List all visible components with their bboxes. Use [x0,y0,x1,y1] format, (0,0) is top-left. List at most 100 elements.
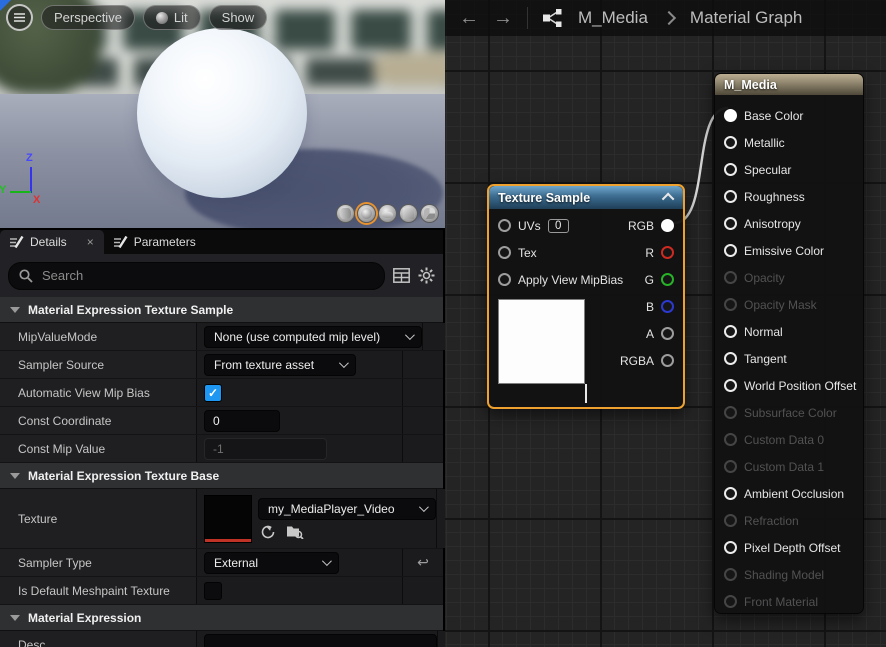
tab-close-icon[interactable]: × [87,235,94,249]
output-pin[interactable] [661,246,674,259]
output-pin[interactable] [661,273,674,286]
sampler-source-dropdown[interactable]: From texture asset [204,354,356,376]
property-label: Const Mip Value [0,435,196,462]
reset-sampler-type-icon[interactable]: ↩ [417,554,429,571]
texture-thumbnail[interactable] [204,495,252,543]
pin-label: Emissive Color [744,244,824,258]
material-input-pin[interactable] [724,163,737,176]
material-input-pin-row: Opacity Mask [724,291,863,318]
material-input-pin[interactable] [724,352,737,365]
lit-sphere-icon [156,12,168,24]
forward-button[interactable]: → [493,8,513,28]
cube-icon [403,208,414,219]
chevron-down-icon [585,384,587,403]
meshpaint-checkbox[interactable] [204,582,222,600]
material-input-pin[interactable] [724,568,737,581]
dropdown-value: External [214,556,258,570]
material-input-pin[interactable] [724,190,737,203]
output-pin-row: G [620,266,674,293]
material-input-pin[interactable] [724,487,737,500]
row-mip-value-mode: MipValueMode None (use computed mip leve… [0,323,443,351]
texture-sample-node-header[interactable]: Texture Sample [489,186,683,209]
settings-gear-icon[interactable] [418,267,435,284]
const-coordinate-input[interactable] [204,410,280,432]
row-is-default-meshpaint: Is Default Meshpaint Texture [0,577,443,605]
material-node-header[interactable]: M_Media [715,74,863,95]
material-input-pin[interactable] [724,217,737,230]
tex-input-pin[interactable] [498,246,511,259]
pin-label: R [645,246,654,260]
output-pin[interactable] [661,327,674,340]
material-input-pin-row: World Position Offset [724,372,863,399]
chevron-down-icon [405,330,415,340]
material-input-pin[interactable] [724,271,737,284]
material-input-pin[interactable] [724,406,737,419]
material-input-pin[interactable] [724,460,737,473]
texture-asset-dropdown[interactable]: my_MediaPlayer_Video [258,498,436,520]
apply-view-mipbias-input-pin[interactable] [498,273,511,286]
lit-mode-button[interactable]: Lit [143,5,201,30]
back-button[interactable]: ← [459,8,479,28]
section-texture-sample[interactable]: Material Expression Texture Sample [0,297,443,323]
material-input-pin[interactable] [724,433,737,446]
row-sampler-source: Sampler Source From texture asset [0,351,443,379]
window-corner-marker [0,0,11,11]
plane-preview-button[interactable] [378,204,397,223]
property-label: Const Coordinate [0,407,196,434]
const-mip-value-input[interactable] [204,438,327,460]
collapse-node-icon[interactable] [662,193,675,206]
tab-parameters[interactable]: Parameters [104,230,206,254]
row-texture: Texture my_MediaPlayer_Video [0,489,443,549]
output-pin-row: B [620,293,674,320]
pin-label: Anisotropy [744,217,801,231]
material-graph-canvas[interactable]: Texture Sample UVs 0 Tex Apply View MipB… [445,0,886,647]
section-title: Material Expression Texture Sample [28,303,233,317]
material-input-pin-row: Anisotropy [724,210,863,237]
parameters-pencil-icon [114,236,128,249]
display-options-icon[interactable] [393,268,410,283]
cube-preview-button[interactable] [399,204,418,223]
section-material-expression[interactable]: Material Expression [0,605,443,631]
preview-viewport[interactable]: Perspective Lit Show Z Y X [0,0,445,230]
material-input-pin[interactable] [724,244,737,257]
output-pin[interactable] [661,300,674,313]
breadcrumb-page[interactable]: Material Graph [690,8,802,28]
perspective-button[interactable]: Perspective [41,5,135,30]
expand-node-button[interactable] [585,384,587,402]
cylinder-preview-button[interactable] [336,204,355,223]
material-input-pin-row: Tangent [724,345,863,372]
uvs-index-box[interactable]: 0 [548,219,569,233]
material-input-pin-row: Base Color [724,102,863,129]
material-input-pin[interactable] [724,325,737,338]
uvs-input-pin[interactable] [498,219,511,232]
auto-view-mip-bias-checkbox[interactable]: ✓ [204,384,222,402]
pin-label: RGBA [620,354,654,368]
search-box[interactable] [8,262,385,290]
material-input-pin[interactable] [724,595,737,608]
pin-label: Tangent [744,352,787,366]
texture-sample-node[interactable]: Texture Sample UVs 0 Tex Apply View MipB… [487,184,685,409]
output-pin[interactable] [661,354,674,367]
material-input-pin[interactable] [724,298,737,311]
material-input-pin[interactable] [724,109,737,122]
custom-mesh-preview-button[interactable] [420,204,439,223]
material-result-node[interactable]: M_Media Base Color Metallic [714,73,864,614]
output-pin[interactable] [661,219,674,232]
details-tabbar: Details × Parameters [0,230,443,254]
browse-to-asset-icon[interactable] [286,524,304,539]
search-input[interactable] [40,267,374,284]
sampler-type-dropdown[interactable]: External [204,552,339,574]
desc-input[interactable] [204,634,437,647]
tab-details[interactable]: Details × [0,230,104,254]
material-input-pin[interactable] [724,514,737,527]
section-title: Material Expression Texture Base [28,469,219,483]
section-texture-base[interactable]: Material Expression Texture Base [0,463,443,489]
mip-value-mode-dropdown[interactable]: None (use computed mip level) [204,326,422,348]
breadcrumb-root[interactable]: M_Media [578,8,648,28]
use-selected-asset-icon[interactable] [260,524,276,540]
material-input-pin[interactable] [724,379,737,392]
sphere-preview-button[interactable] [357,204,376,223]
material-input-pin[interactable] [724,136,737,149]
material-input-pin[interactable] [724,541,737,554]
show-button[interactable]: Show [209,5,268,30]
